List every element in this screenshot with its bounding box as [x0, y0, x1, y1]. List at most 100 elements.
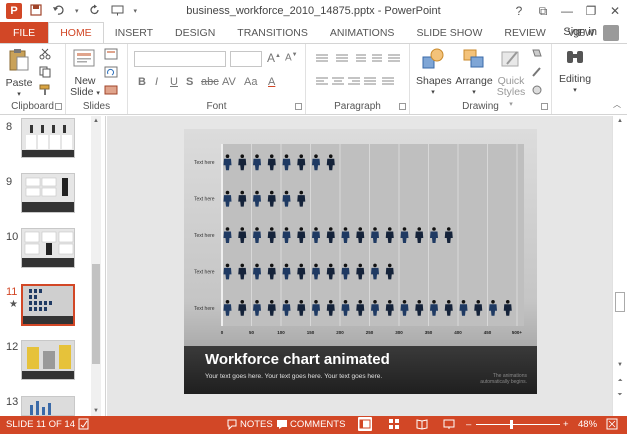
scroll-up-icon[interactable]: ▲ — [91, 116, 101, 126]
tab-transitions[interactable]: TRANSITIONS — [226, 22, 319, 44]
worker-figure — [297, 263, 306, 280]
help-button[interactable]: ? — [507, 0, 531, 22]
tab-insert[interactable]: INSERT — [104, 22, 164, 44]
slide-scroll-down-icon[interactable]: ▼ — [615, 360, 625, 370]
zoom-out-button[interactable]: – — [466, 419, 471, 430]
shape-outline-icon[interactable] — [530, 66, 544, 78]
restore-button[interactable]: ❐ — [579, 0, 603, 22]
paragraph-launcher-icon[interactable] — [399, 103, 406, 110]
slide-thumbnail-9[interactable] — [21, 173, 75, 213]
zoom-level[interactable]: 48% — [578, 419, 597, 430]
worker-figure — [312, 263, 320, 280]
avatar[interactable] — [603, 25, 619, 41]
font-group: A▲ A▼ B I U S abc AV Aa A Font — [128, 44, 306, 114]
thumbnails-scrollbar[interactable]: ▲ ▼ — [91, 116, 101, 416]
slide-thumbnail-11[interactable] — [21, 284, 75, 326]
worker-figure — [223, 263, 232, 280]
slide-thumbnail-8[interactable] — [21, 118, 75, 158]
worker-figure — [444, 227, 453, 243]
tab-review[interactable]: REVIEW — [493, 22, 556, 44]
zoom-slider-thumb[interactable] — [510, 420, 513, 429]
zoom-in-button[interactable]: + — [563, 419, 569, 430]
slide-scroll-up-icon[interactable]: ▲ — [615, 116, 625, 126]
slideshow-icon[interactable] — [443, 418, 455, 433]
worker-figure — [282, 190, 291, 207]
section-icon[interactable] — [104, 84, 118, 96]
tab-slide-show[interactable]: SLIDE SHOW — [405, 22, 493, 44]
zoom-slider[interactable] — [476, 424, 560, 425]
shape-fill-icon[interactable] — [530, 48, 544, 60]
slide-thumbnail-10[interactable] — [21, 228, 75, 268]
copy-icon[interactable] — [38, 66, 52, 78]
notes-button[interactable]: NOTES — [240, 419, 273, 430]
tab-home[interactable]: HOME — [48, 22, 104, 44]
sign-in-link[interactable]: Sign in — [563, 26, 597, 38]
slide-subtitle[interactable]: Your text goes here. Your text goes here… — [205, 373, 382, 380]
strikethrough-button[interactable]: abc — [201, 76, 219, 88]
present-icon[interactable] — [111, 4, 124, 19]
reset-icon[interactable] — [104, 66, 118, 78]
shrink-font-button[interactable]: A▼ — [285, 52, 298, 63]
scroll-down-icon[interactable]: ▼ — [91, 406, 101, 416]
collapse-ribbon-icon[interactable]: ︿ — [613, 99, 621, 110]
minimize-button[interactable]: — — [555, 0, 579, 22]
undo-icon[interactable] — [52, 4, 65, 19]
font-size-dropdown[interactable] — [230, 51, 262, 67]
comments-icon[interactable] — [276, 418, 288, 433]
reading-view-icon[interactable] — [416, 418, 428, 433]
proofing-icon[interactable] — [78, 418, 90, 433]
fit-slide-icon[interactable] — [606, 418, 618, 433]
paste-label: Paste — [5, 77, 33, 89]
slide-scroll-thumb[interactable] — [615, 292, 625, 312]
slide-sorter-icon[interactable] — [388, 418, 400, 433]
slide-thumbnail-12[interactable] — [21, 340, 75, 380]
layout-icon[interactable] — [104, 48, 118, 60]
arrange-button[interactable]: Arrange ▾ — [454, 48, 494, 98]
scroll-thumb[interactable] — [92, 264, 100, 364]
shadow-s-button[interactable]: S — [186, 76, 193, 88]
comments-button[interactable]: COMMENTS — [290, 419, 345, 430]
paste-button[interactable]: Paste ▾ — [4, 48, 34, 100]
bold-button[interactable]: B — [138, 76, 146, 88]
slide-thumbnail-13[interactable] — [21, 396, 75, 416]
format-painter-icon[interactable] — [38, 84, 52, 96]
close-button[interactable]: ✕ — [603, 0, 627, 22]
worker-figure — [267, 227, 276, 243]
tab-file[interactable]: FILE — [0, 22, 49, 44]
drawing-launcher-icon[interactable] — [541, 103, 548, 110]
clipboard-launcher-icon[interactable] — [55, 103, 62, 110]
change-case-button[interactable]: Aa — [244, 76, 257, 88]
x-tick-label: 400 — [454, 330, 462, 335]
notes-icon[interactable] — [226, 418, 238, 433]
repeat-icon[interactable] — [89, 4, 101, 19]
slide-canvas[interactable]: 0 50 100 150 200 250 300 350 400 450 500+ Text here… — [184, 129, 537, 394]
character-spacing-button[interactable]: AV — [222, 76, 236, 88]
underline-button[interactable]: U — [170, 76, 178, 88]
cut-icon[interactable] — [38, 48, 52, 60]
customize-qat-icon[interactable]: ▾ — [134, 7, 138, 15]
new-slide-button[interactable]: New Slide ▾ — [70, 48, 100, 99]
next-slide-icon[interactable]: ⏷ — [615, 390, 625, 400]
slide-editing-area: 0 50 100 150 200 250 300 350 400 450 500+ Text here… — [107, 116, 612, 416]
font-color-button[interactable]: A — [268, 76, 275, 88]
save-icon[interactable] — [30, 3, 42, 19]
slide-scrollbar[interactable]: ▲ ▼ ⏶ ⏷ — [612, 116, 627, 416]
normal-view-icon[interactable] — [358, 417, 372, 431]
editing-button[interactable]: Editing ▾ — [556, 48, 594, 96]
tab-animations[interactable]: ANIMATIONS — [319, 22, 406, 44]
shapes-icon — [422, 48, 444, 69]
undo-dropdown-icon[interactable]: ▾ — [75, 7, 79, 15]
worker-figure — [415, 227, 424, 243]
paragraph-icons[interactable] — [314, 52, 404, 96]
font-name-dropdown[interactable] — [134, 51, 226, 67]
previous-slide-icon[interactable]: ⏶ — [615, 376, 625, 386]
shape-effects-icon[interactable] — [530, 84, 544, 96]
tab-design[interactable]: DESIGN — [164, 22, 226, 44]
grow-font-button[interactable]: A▲ — [267, 51, 281, 65]
ribbon-display-options-button[interactable]: ⧉ — [531, 0, 555, 22]
slide-title[interactable]: Workforce chart animated — [205, 351, 390, 368]
italic-button[interactable]: I — [155, 76, 158, 88]
shapes-button[interactable]: Shapes ▾ — [416, 48, 452, 98]
font-launcher-icon[interactable] — [295, 103, 302, 110]
quick-styles-icon — [501, 51, 519, 67]
